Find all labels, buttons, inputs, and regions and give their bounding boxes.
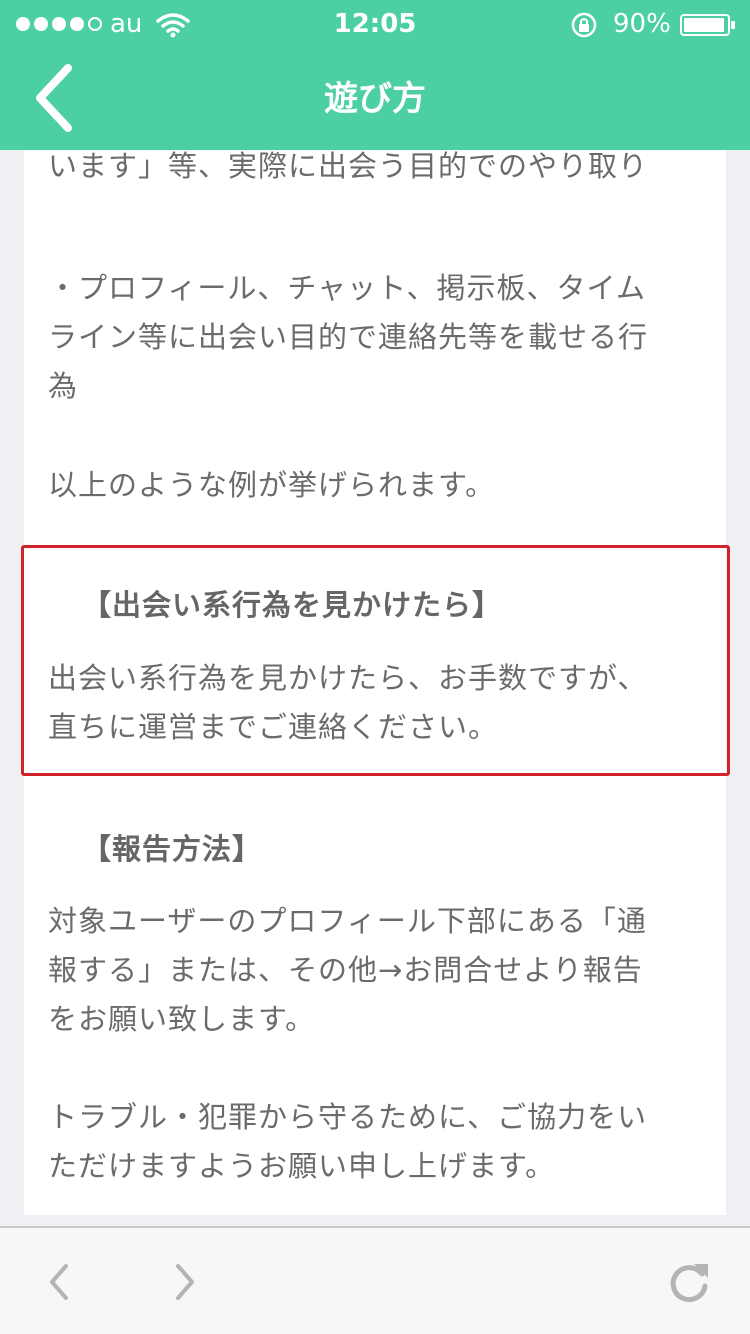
- battery-percent: 90%: [613, 9, 671, 39]
- paragraph-profile-rule: ・プロフィール、チャット、掲示板、タイム ライン等に出会い目的で連絡先等を載せる…: [48, 271, 649, 403]
- paragraph-examples: 以上のような例が挙げられます。: [48, 468, 496, 502]
- header: au 12:05 90% 遊び方: [0, 0, 750, 150]
- rotation-lock-icon: [571, 12, 597, 38]
- reload-icon[interactable]: [664, 1258, 714, 1308]
- battery-icon: [680, 14, 735, 36]
- page-title: 遊び方: [324, 79, 426, 119]
- chevron-left-icon[interactable]: [44, 1262, 74, 1302]
- paragraph-closing: トラブル・犯罪から守るために、ご協力をい ただけますようお願い申し上げます。: [48, 1100, 648, 1183]
- paragraph-if-found: 出会い系行為を見かけたら、お手数ですが、 直ちに運営までご連絡ください。: [48, 661, 648, 744]
- browser-toolbar: [0, 1226, 750, 1334]
- chevron-right-icon[interactable]: [170, 1262, 200, 1302]
- status-bar: au 12:05 90%: [0, 0, 750, 48]
- heading-if-found: 【出会い系行為を見かけたら】: [82, 588, 503, 622]
- navigation-bar: 遊び方: [0, 48, 750, 150]
- content-card: います」等、実際に出会う目的でのやり取り ・プロフィール、チャット、掲示板、タイ…: [24, 0, 726, 1215]
- paragraph-report-method: 対象ユーザーのプロフィール下部にある「通 報する」または、その他→お問合せより報…: [48, 904, 647, 1036]
- heading-report-method: 【報告方法】: [82, 832, 263, 866]
